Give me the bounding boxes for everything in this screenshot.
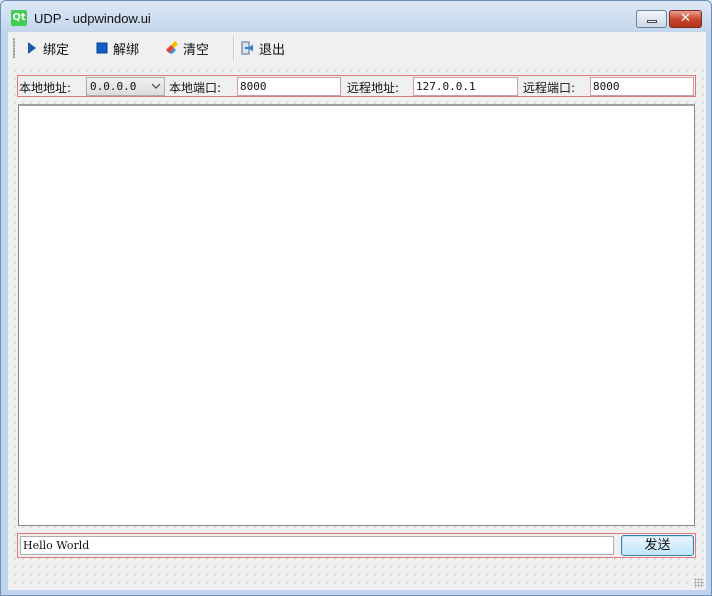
- app-window: Qt UDP - udpwindow.ui ✕ 绑定 解绑 清空 退出 本地地址…: [0, 0, 712, 596]
- close-icon: ✕: [680, 11, 691, 26]
- send-row: Hello World 发送: [17, 533, 696, 558]
- clear-label: 清空: [183, 42, 210, 58]
- chevron-down-icon: [151, 78, 161, 100]
- connection-settings-row: 本地地址: 0.0.0.0 本地端口: 8000 远程地址: 127.0.0.1…: [17, 75, 696, 97]
- received-messages-textarea[interactable]: [18, 104, 695, 526]
- remote-address-input[interactable]: 127.0.0.1: [413, 77, 518, 96]
- bind-label: 绑定: [43, 42, 70, 58]
- toolbar-separator: [233, 36, 235, 60]
- remote-port-input[interactable]: 8000: [590, 77, 694, 96]
- unbind-label: 解绑: [113, 42, 140, 58]
- close-button[interactable]: ✕: [669, 10, 702, 28]
- local-address-label: 本地地址:: [19, 81, 72, 95]
- resize-grip-icon[interactable]: [694, 578, 704, 588]
- minimize-button[interactable]: [636, 10, 667, 28]
- title-bar[interactable]: Qt UDP - udpwindow.ui ✕: [1, 1, 711, 33]
- bind-button[interactable]: 绑定: [25, 38, 69, 58]
- exit-button[interactable]: 退出: [241, 38, 285, 58]
- message-input[interactable]: Hello World: [20, 536, 614, 555]
- unbind-button[interactable]: 解绑: [95, 38, 139, 58]
- send-button[interactable]: 发送: [621, 535, 694, 556]
- local-port-label: 本地端口:: [169, 81, 222, 95]
- exit-door-icon: [241, 41, 255, 55]
- eraser-icon: [165, 41, 179, 55]
- main-area: 绑定 解绑 清空 退出 本地地址: 0.0.0.0 本地端口: 8000 远程地…: [8, 32, 706, 590]
- clear-button[interactable]: 清空: [165, 38, 209, 58]
- window-title: UDP - udpwindow.ui: [34, 11, 151, 26]
- local-port-input[interactable]: 8000: [237, 77, 341, 96]
- local-address-value: 0.0.0.0: [90, 80, 137, 93]
- play-icon: [25, 41, 39, 55]
- stop-icon: [95, 41, 109, 55]
- qt-logo-icon: Qt: [11, 10, 27, 26]
- local-address-combobox[interactable]: 0.0.0.0: [86, 77, 165, 96]
- toolbar: 绑定 解绑 清空 退出: [8, 32, 706, 64]
- remote-address-label: 远程地址:: [347, 81, 400, 95]
- remote-port-label: 远程端口:: [523, 81, 576, 95]
- exit-label: 退出: [259, 42, 286, 58]
- toolbar-handle[interactable]: [13, 38, 15, 58]
- minimize-icon: [647, 20, 657, 23]
